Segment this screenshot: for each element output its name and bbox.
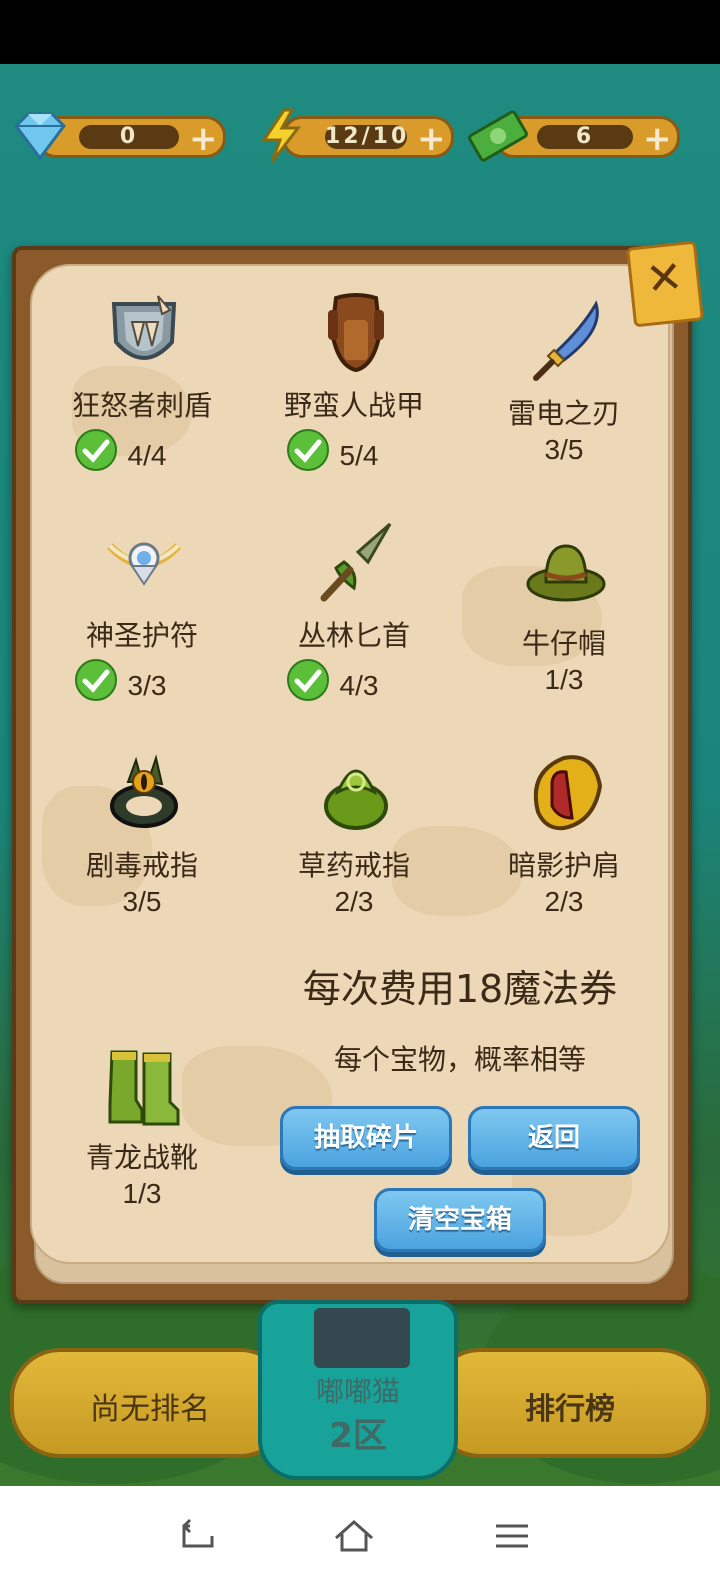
item-name: 神圣护符 [85, 619, 198, 652]
item-count: 4/3 [339, 670, 379, 701]
leaderboard-label: 排行榜 [525, 1392, 615, 1427]
spiked-shield-icon [111, 295, 177, 360]
item-count: 1/3 [544, 664, 584, 695]
cash-counter: 6 + [466, 108, 680, 164]
item-count: 2/3 [334, 886, 374, 917]
item-count: 3/5 [544, 434, 584, 465]
treasure-item[interactable]: 剧毒戒指 3/5 [42, 752, 242, 932]
leaderboard-button[interactable]: 排行榜 [430, 1348, 710, 1458]
poison-ring-icon [110, 754, 178, 828]
item-count: 2/3 [544, 886, 584, 917]
shoulder-guard-icon [533, 755, 603, 831]
item-name: 丛林匕首 [297, 619, 410, 652]
item-count: 1/3 [122, 1178, 162, 1209]
close-icon: ✕ [643, 251, 686, 306]
status-bar [0, 0, 720, 64]
item-count: 3/3 [127, 670, 167, 701]
treasure-item[interactable]: 野蛮人战甲 5/4 [254, 292, 454, 482]
herb-ring-icon [324, 769, 388, 830]
treasure-item[interactable]: 牛仔帽 1/3 [464, 530, 664, 710]
item-name: 雷电之刃 [507, 397, 620, 430]
treasure-item[interactable]: 草药戒指 2/3 [254, 752, 454, 932]
lightning-icon [261, 108, 302, 163]
dagger-icon [320, 522, 392, 602]
player-plate[interactable]: 嘟嘟猫 2区 [258, 1300, 458, 1480]
treasure-item[interactable]: 狂怒者刺盾 4/4 [42, 292, 242, 482]
item-name: 草药戒指 [297, 849, 410, 882]
back-nav-icon[interactable] [168, 1506, 228, 1566]
item-name: 狂怒者刺盾 [71, 389, 212, 422]
rank-status: 尚无排名 [10, 1348, 290, 1458]
treasure-item[interactable]: 暗影护肩 2/3 [464, 752, 664, 932]
item-name: 暗影护肩 [507, 849, 620, 882]
treasure-item[interactable]: 神圣护符 3/3 [42, 522, 242, 712]
item-name: 野蛮人战甲 [283, 389, 424, 422]
blade-icon [533, 300, 599, 381]
back-button[interactable]: 返回 [468, 1106, 640, 1170]
avatar [314, 1308, 410, 1368]
add-energy-button[interactable]: + [417, 122, 446, 156]
clear-chest-button[interactable]: 清空宝箱 [374, 1188, 546, 1252]
item-count: 4/4 [127, 440, 167, 471]
item-name: 牛仔帽 [521, 627, 606, 660]
amulet-icon [107, 542, 181, 586]
player-name: 嘟嘟猫 [315, 1375, 400, 1408]
armor-icon [328, 293, 384, 373]
energy-counter: 12/10 + [254, 108, 454, 164]
energy-value: 12/10 [325, 124, 410, 149]
home-nav-icon[interactable] [324, 1506, 384, 1566]
odds-text: 每个宝物，概率相等 [333, 1043, 586, 1076]
gems-counter: 0 + [8, 108, 226, 164]
item-name: 青龙战靴 [85, 1141, 198, 1174]
gems-value: 0 [79, 125, 179, 149]
money-icon [468, 110, 528, 162]
rank-label: 尚无排名 [90, 1392, 210, 1427]
server-zone: 2区 [329, 1416, 387, 1456]
menu-nav-icon[interactable] [482, 1506, 542, 1566]
diamond-icon [14, 112, 66, 161]
cowboy-hat-icon [526, 544, 606, 602]
boots-icon [108, 1050, 180, 1126]
add-gems-button[interactable]: + [189, 122, 218, 156]
treasure-item[interactable]: 青龙战靴 1/3 [42, 1044, 242, 1224]
draw-fragment-button[interactable]: 抽取碎片 [280, 1106, 452, 1170]
item-count: 3/5 [122, 886, 162, 917]
cash-value: 6 [537, 125, 633, 149]
system-nav-bar [0, 1486, 720, 1592]
treasure-item[interactable]: 丛林匕首 4/3 [254, 522, 454, 712]
cost-text: 每次费用18魔法券 [302, 967, 618, 1011]
item-count: 5/4 [339, 440, 379, 471]
add-cash-button[interactable]: + [643, 122, 672, 156]
item-name: 剧毒戒指 [85, 849, 198, 882]
treasure-item[interactable]: 雷电之刃 3/5 [464, 300, 664, 480]
